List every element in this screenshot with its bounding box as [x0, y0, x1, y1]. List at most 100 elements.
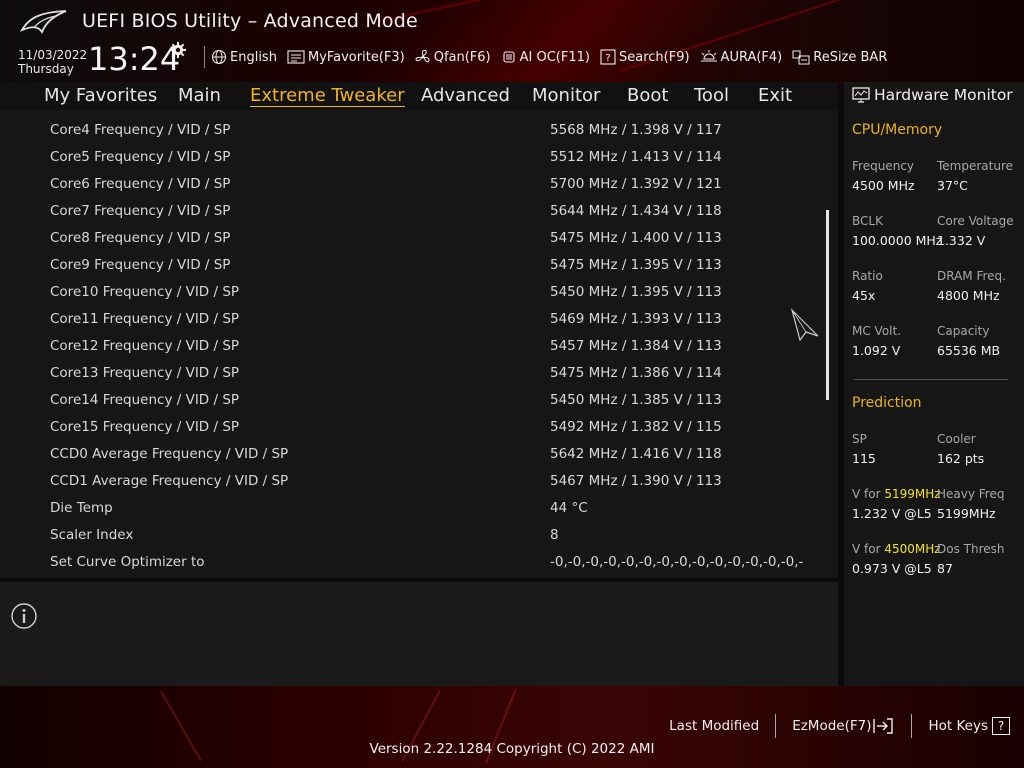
item-value: 5642 MHz / 1.416 V / 118 — [550, 446, 722, 462]
ai-oc-button[interactable]: AI OC(F11) — [501, 49, 590, 65]
last-modified-button[interactable]: Last Modified — [669, 718, 759, 734]
myfavorite-button[interactable]: MyFavorite(F3) — [287, 50, 405, 65]
myfavorite-label: MyFavorite(F3) — [307, 49, 405, 65]
sp-label: SP — [852, 432, 867, 446]
list-item[interactable]: Core14 Frequency / VID / SP 5450 MHz / 1.… — [0, 387, 820, 413]
version-text: Version 2.22.1284 Copyright (C) 2022 AMI — [369, 741, 655, 757]
list-item[interactable]: Core9 Frequency / VID / SP 5475 MHz / 1.3… — [0, 252, 820, 278]
list-item[interactable]: Core10 Frequency / VID / SP 5450 MHz / 1.… — [0, 279, 820, 305]
cooler-value: 162 pts — [937, 451, 985, 466]
ai-oc-label: AI OC(F11) — [519, 49, 590, 65]
help-panel — [0, 578, 838, 690]
v-for-label-2: V for 4500MHz — [852, 542, 941, 556]
dram-freq-label: DRAM Freq. — [937, 269, 1006, 283]
fan-icon — [415, 49, 430, 63]
header-bar: UEFI BIOS Utility – Advanced Mode 11/03/… — [0, 0, 1024, 83]
hot-keys-label: Hot Keys — [928, 718, 988, 734]
aura-icon — [700, 50, 717, 62]
list-item[interactable]: Core11 Frequency / VID / SP 5469 MHz / 1.… — [0, 306, 820, 332]
tab-monitor[interactable]: Monitor — [532, 85, 600, 106]
search-button[interactable]: ? Search(F9) — [600, 49, 690, 65]
date-text: 11/03/2022 — [18, 48, 88, 62]
item-label: Core10 Frequency / VID / SP — [50, 284, 240, 300]
item-value: 5492 MHz / 1.382 V / 115 — [550, 419, 722, 435]
footer-bar: Last Modified EzMode(F7) Hot Keys ? Vers… — [0, 686, 1024, 768]
monitor-icon — [852, 87, 870, 103]
core-voltage-value: 1.332 V — [937, 233, 986, 248]
item-label: Core11 Frequency / VID / SP — [50, 311, 240, 327]
item-label: Core14 Frequency / VID / SP — [50, 392, 240, 408]
item-value: -0,-0,-0,-0,-0,-0,-0,-0,-0,-0,-0,-0,-0,-… — [550, 554, 804, 570]
resize-bar-button[interactable]: ReSize BAR — [792, 49, 887, 65]
list-item[interactable]: CCD0 Average Frequency / VID / SP 5642 MH… — [0, 441, 820, 467]
item-value: 44 °C — [550, 500, 588, 516]
item-value: 5475 MHz / 1.400 V / 113 — [550, 230, 722, 246]
list-item[interactable]: Core15 Frequency / VID / SP 5492 MHz / 1.… — [0, 414, 820, 440]
scrollbar-thumb[interactable] — [826, 210, 829, 400]
tab-boot[interactable]: Boot — [627, 85, 668, 106]
item-label: CCD0 Average Frequency / VID / SP — [50, 446, 289, 462]
date-display: 11/03/2022 Thursday — [18, 48, 87, 76]
v-for-value-2: 0.973 V @L5 — [852, 561, 932, 576]
svg-text:?: ? — [605, 53, 610, 64]
ezmode-button[interactable]: EzMode(F7) — [792, 717, 895, 735]
ai-chip-icon — [503, 51, 515, 63]
list-item[interactable]: Scaler Index 8 — [0, 522, 820, 548]
list-item[interactable]: CCD1 Average Frequency / VID / SP 5467 MH… — [0, 468, 820, 494]
list-item[interactable]: Core7 Frequency / VID / SP 5644 MHz / 1.4… — [0, 198, 820, 224]
tab-exit[interactable]: Exit — [758, 85, 792, 106]
app-title: UEFI BIOS Utility – Advanced Mode — [82, 10, 418, 32]
qfan-button[interactable]: Qfan(F6) — [415, 49, 491, 65]
prediction-heading: Prediction — [852, 395, 922, 411]
bclk-label: BCLK — [852, 214, 883, 228]
item-label: Die Temp — [50, 500, 113, 516]
resize-bar-label: ReSize BAR — [813, 49, 888, 65]
ratio-label: Ratio — [852, 269, 883, 283]
dos-thresh-value: 87 — [937, 561, 953, 576]
list-item[interactable]: Core13 Frequency / VID / SP 5475 MHz / 1.… — [0, 360, 820, 386]
tab-extreme-tweaker[interactable]: Extreme Tweaker — [250, 85, 405, 107]
language-button[interactable]: English — [211, 49, 277, 65]
item-label: Core5 Frequency / VID / SP — [50, 149, 231, 165]
gear-icon[interactable] — [170, 42, 186, 58]
v-for-prefix: V for — [852, 542, 885, 556]
v-for-frequency: 4500MHz — [884, 542, 941, 556]
core-voltage-label: Core Voltage — [937, 214, 1014, 228]
help-key-icon: ? — [992, 717, 1010, 735]
tab-my-favorites[interactable]: My Favorites — [44, 85, 157, 106]
tab-advanced[interactable]: Advanced — [421, 85, 510, 106]
list-item[interactable]: Core5 Frequency / VID / SP 5512 MHz / 1.4… — [0, 144, 820, 170]
v-for-prefix: V for — [852, 487, 885, 501]
sp-value: 115 — [852, 451, 876, 466]
panel-divider — [854, 379, 1008, 380]
tab-main[interactable]: Main — [178, 85, 221, 106]
footer-links: Last Modified EzMode(F7) Hot Keys ? — [669, 714, 1010, 738]
list-item[interactable]: Core4 Frequency / VID / SP 5568 MHz / 1.3… — [0, 117, 820, 143]
list-item[interactable]: Core8 Frequency / VID / SP 5475 MHz / 1.4… — [0, 225, 820, 251]
item-label: Core12 Frequency / VID / SP — [50, 338, 240, 354]
temperature-label: Temperature — [937, 159, 1014, 173]
item-label: Core9 Frequency / VID / SP — [50, 257, 231, 273]
item-label: Core4 Frequency / VID / SP — [50, 122, 231, 138]
hardware-monitor-panel: Hardware Monitor CPU/Memory Frequency Te… — [844, 82, 1024, 686]
qfan-label: Qfan(F6) — [433, 49, 491, 65]
item-label: Set Curve Optimizer to — [50, 554, 205, 570]
search-label: Search(F9) — [618, 49, 690, 65]
list-item[interactable]: Die Temp 44 °C — [0, 495, 820, 521]
aura-button[interactable]: AURA(F4) — [700, 49, 782, 65]
toolbar-divider — [204, 46, 205, 68]
tab-tool[interactable]: Tool — [694, 85, 729, 106]
clock-time: 13:24 — [88, 40, 181, 78]
list-item[interactable]: Core12 Frequency / VID / SP 5457 MHz / 1.… — [0, 333, 820, 359]
ratio-value: 45x — [852, 288, 876, 303]
footer-divider — [775, 714, 777, 738]
settings-list: Core4 Frequency / VID / SP 5568 MHz / 1.3… — [0, 110, 838, 578]
list-item[interactable]: Set Curve Optimizer to -0,-0,-0,-0,-0,-0,… — [0, 549, 820, 575]
list-item[interactable]: Core6 Frequency / VID / SP 5700 MHz / 1.3… — [0, 171, 820, 197]
temperature-value: 37°C — [937, 178, 968, 193]
v-for-label-1: V for 5199MHz — [852, 487, 941, 501]
item-value: 5568 MHz / 1.398 V / 117 — [550, 122, 722, 138]
hot-keys-button[interactable]: Hot Keys ? — [928, 717, 1010, 735]
decor-stripe — [379, 0, 635, 22]
favorite-icon — [287, 50, 305, 64]
